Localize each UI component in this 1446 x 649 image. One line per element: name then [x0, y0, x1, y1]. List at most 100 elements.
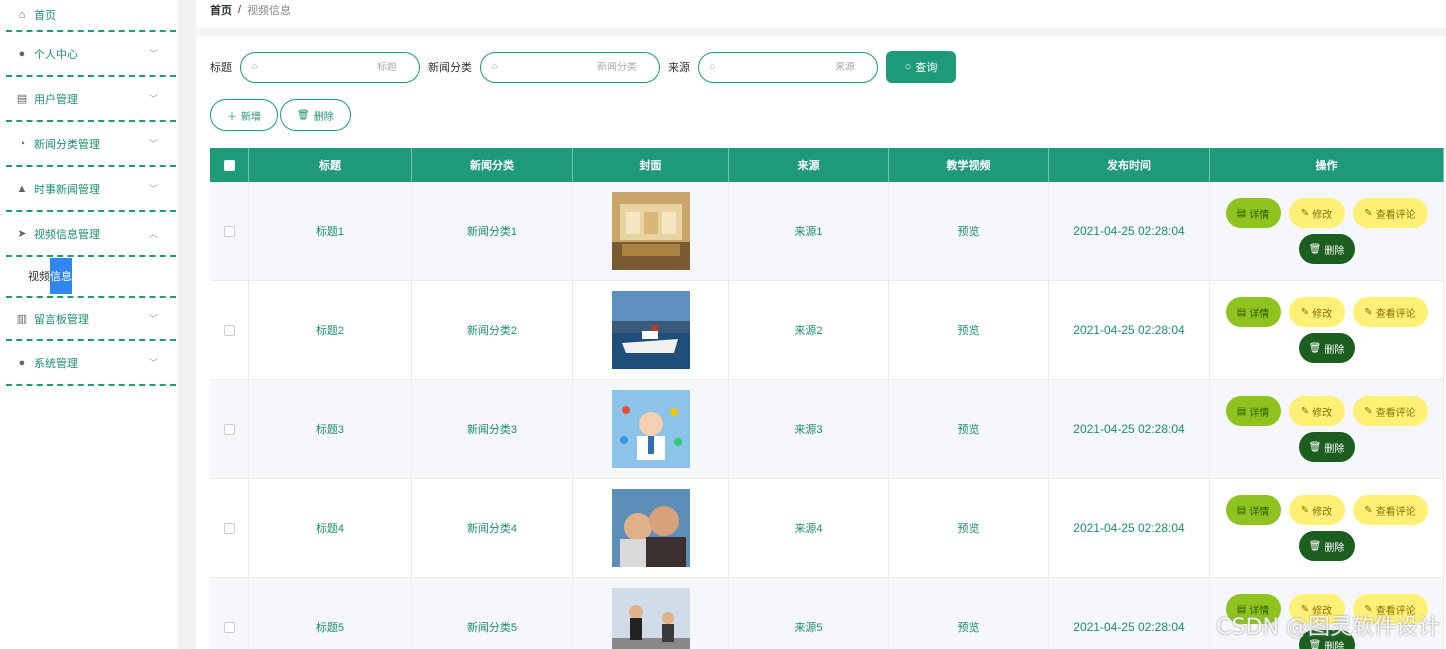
sidebar-item-personal-center[interactable]: ● 个人中心 ﹀	[6, 32, 176, 77]
delete-row-button[interactable]: 🗑 删除	[1298, 432, 1355, 462]
submenu-item-video-info[interactable]: 视频 信息	[28, 258, 72, 294]
detail-button[interactable]: ▤ 详情	[1225, 396, 1281, 426]
row-title: 标题5	[249, 578, 412, 649]
pencil-icon: ✎	[1364, 207, 1373, 219]
thumbs-up-icon: ▲	[16, 182, 28, 195]
row-publish-time: 2021-04-25 02:28:04	[1049, 479, 1210, 577]
search-icon: ○	[491, 61, 498, 73]
category-search-field[interactable]: ○	[480, 51, 660, 83]
video-preview-link[interactable]: 预览	[889, 479, 1049, 577]
row-source: 来源3	[729, 380, 889, 478]
sidebar-item-video-management[interactable]: ➤ 视频信息管理 ︿	[6, 212, 176, 257]
detail-button[interactable]: ▤ 详情	[1225, 198, 1281, 228]
title-search-input[interactable]	[257, 61, 409, 73]
search-icon: ○	[904, 61, 912, 73]
detail-button[interactable]: ▤ 详情	[1225, 495, 1281, 525]
delete-row-label: 删除	[1324, 443, 1345, 455]
table-body: 标题1 新闻分类1 来源1 预览 2021-04-25 02:28:04 ▤ 详情 ✎ 修改 ✎ 查…	[210, 182, 1444, 649]
edit-button-label: 修改	[1312, 506, 1333, 518]
breadcrumb-home[interactable]: 首页	[210, 2, 232, 18]
edit-button-label: 修改	[1312, 308, 1333, 320]
row-actions-cell: ▤ 详情 ✎ 修改 ✎ 查看评论 🗑 删除	[1210, 380, 1444, 478]
delete-row-label: 删除	[1324, 344, 1345, 356]
video-preview-link[interactable]: 预览	[889, 182, 1049, 280]
query-button[interactable]: ○ 查询	[886, 51, 956, 83]
header-video: 教学视频	[889, 148, 1049, 182]
sidebar-item-message-board[interactable]: ▥ 留言板管理 ﹀	[6, 296, 176, 341]
pencil-icon: ✎	[1300, 405, 1310, 417]
chevron-down-icon: ﹀	[148, 139, 158, 149]
delete-row-button[interactable]: 🗑 删除	[1298, 333, 1355, 363]
row-checkbox[interactable]	[223, 423, 235, 435]
sidebar-item-user-management[interactable]: ▤ 用户管理 ﹀	[6, 77, 176, 122]
person-icon: ●	[18, 47, 26, 60]
view-comments-button[interactable]: ✎ 查看评论	[1352, 297, 1428, 327]
batch-delete-button[interactable]: 🗑 删除	[280, 99, 351, 131]
sidebar-item-current-news[interactable]: ▲ 时事新闻管理 ﹀	[6, 167, 176, 212]
title-search-field[interactable]: ○	[240, 51, 420, 83]
source-search-field[interactable]: ○	[698, 51, 878, 83]
delete-row-label: 删除	[1324, 542, 1345, 554]
pencil-icon: ✎	[1364, 504, 1373, 516]
trash-icon: 🗑	[1308, 342, 1322, 354]
detail-button-label: 详情	[1249, 308, 1270, 320]
row-title: 标题4	[249, 479, 412, 577]
table-header: 标题 新闻分类 封面 来源 教学视频 发布时间 操作	[210, 148, 1444, 182]
document-icon: ▤	[1236, 306, 1247, 318]
sidebar-item-home[interactable]: ⌂ 首页	[6, 0, 176, 32]
sidebar-item-system[interactable]: ● 系统管理 ﹀	[6, 341, 176, 386]
row-checkbox[interactable]	[223, 621, 235, 633]
cover-image	[611, 390, 690, 468]
row-cover-cell	[573, 380, 729, 478]
row-select-cell	[210, 281, 249, 379]
add-button[interactable]: ＋ 新增	[210, 99, 278, 131]
send-icon: ➤	[17, 228, 27, 240]
sidebar-item-label: 新闻分类管理	[34, 138, 100, 151]
document-icon: ▤	[1236, 405, 1247, 417]
sidebar-item-news-category[interactable]: ◔ 新闻分类管理 ﹀	[6, 122, 176, 167]
action-bar: ＋ 新增 🗑 删除	[210, 99, 351, 131]
table-row: 标题3 新闻分类3 来源3 预览 2021-04-25 02:28:04 ▤ 详情 ✎ 修改 ✎ 查…	[210, 380, 1444, 479]
view-comments-button[interactable]: ✎ 查看评论	[1352, 198, 1428, 228]
breadcrumb: 首页 / 视频信息	[210, 2, 291, 18]
edit-button-label: 修改	[1312, 407, 1333, 419]
document-icon: ▤	[1236, 207, 1247, 219]
row-checkbox[interactable]	[223, 522, 235, 534]
chevron-down-icon: ﹀	[148, 94, 158, 104]
view-comments-label: 查看评论	[1375, 308, 1416, 320]
row-actions-cell: ▤ 详情 ✎ 修改 ✎ 查看评论 🗑 删除	[1210, 281, 1444, 379]
edit-button[interactable]: ✎ 修改	[1288, 495, 1345, 525]
edit-button[interactable]: ✎ 修改	[1288, 297, 1345, 327]
video-preview-link[interactable]: 预览	[889, 578, 1049, 649]
pencil-icon: ✎	[1300, 207, 1310, 219]
sidebar-item-label: 用户管理	[34, 93, 78, 106]
row-source: 来源5	[729, 578, 889, 649]
source-search-input[interactable]	[715, 61, 867, 73]
header-divider	[196, 28, 1446, 36]
row-actions-cell: ▤ 详情 ✎ 修改 ✎ 查看评论 🗑 删除	[1210, 479, 1444, 577]
video-preview-link[interactable]: 预览	[889, 281, 1049, 379]
sidebar: ⌂ 首页 ● 个人中心 ﹀ ▤ 用户管理 ﹀ ◔ 新闻分类管理 ﹀ ▲ 时事新闻…	[0, 0, 178, 649]
video-preview-link[interactable]: 预览	[889, 380, 1049, 478]
delete-row-button[interactable]: 🗑 删除	[1298, 531, 1355, 561]
row-cover-cell	[573, 281, 729, 379]
query-button-label: 查询	[915, 62, 938, 74]
chevron-down-icon: ﹀	[148, 184, 158, 194]
batch-delete-label: 删除	[313, 111, 334, 123]
detail-button-label: 详情	[1249, 407, 1270, 419]
edit-button[interactable]: ✎ 修改	[1288, 198, 1345, 228]
pencil-icon: ✎	[1364, 405, 1373, 417]
row-checkbox[interactable]	[223, 324, 235, 336]
row-category: 新闻分类5	[412, 578, 573, 649]
sidebar-item-label: 系统管理	[34, 357, 78, 370]
category-search-input[interactable]	[497, 61, 649, 73]
delete-row-button[interactable]: 🗑 删除	[1298, 234, 1355, 264]
edit-button[interactable]: ✎ 修改	[1288, 396, 1345, 426]
row-checkbox[interactable]	[223, 225, 235, 237]
select-all-checkbox[interactable]	[223, 159, 235, 171]
view-comments-button[interactable]: ✎ 查看评论	[1352, 495, 1428, 525]
view-comments-button[interactable]: ✎ 查看评论	[1352, 396, 1428, 426]
trash-icon: 🗑	[297, 109, 310, 121]
header-select-all[interactable]	[210, 148, 249, 182]
detail-button[interactable]: ▤ 详情	[1225, 297, 1281, 327]
